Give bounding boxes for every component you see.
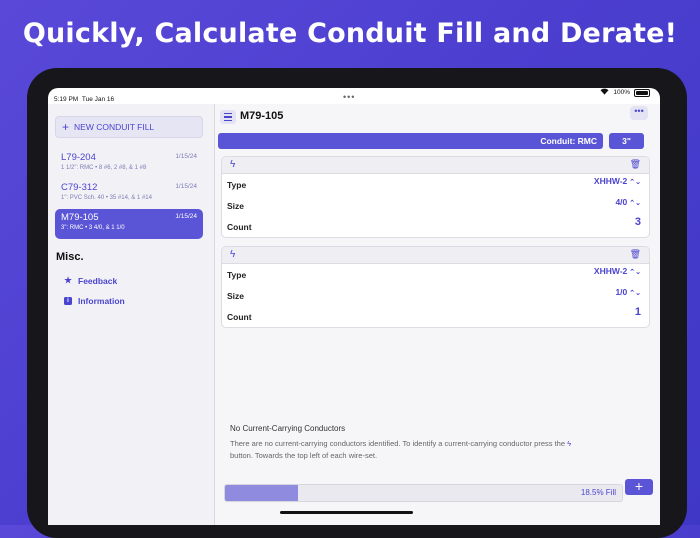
- new-conduit-fill-button[interactable]: + NEW CONDUIT FILL: [55, 116, 203, 138]
- menu-button[interactable]: [220, 110, 236, 124]
- status-bar: 5:19 PM Tue Jan 16 ••• 100%: [48, 88, 660, 104]
- size-row[interactable]: Size 4/0 ⌃⌄: [222, 195, 649, 216]
- type-label: Type: [227, 270, 247, 280]
- list-item[interactable]: L79-204 1/15/24 1 1/2": RMC • 8 #6, 2 #8…: [55, 149, 203, 179]
- sidebar-item-label: Feedback: [78, 275, 118, 286]
- size-value[interactable]: 4/0 ⌃⌄: [615, 197, 641, 207]
- misc-heading: Misc.: [56, 251, 84, 263]
- bolt-icon[interactable]: ϟ: [230, 249, 235, 260]
- chevron-updown-icon: ⌃⌄: [629, 179, 641, 186]
- headline: Quickly, Calculate Conduit Fill and Dera…: [22, 18, 678, 49]
- conduit-type-button[interactable]: Conduit: RMC: [218, 133, 603, 149]
- sidebar-item-information[interactable]: i Information: [63, 296, 125, 306]
- info-icon: i: [64, 297, 72, 305]
- bolt-icon: ϟ: [567, 439, 572, 448]
- fill-progress-bar: 18.5% Fill: [224, 484, 623, 502]
- chevron-updown-icon: ⌃⌄: [629, 269, 641, 276]
- type-value[interactable]: XHHW-2 ⌃⌄: [594, 176, 641, 186]
- size-label: Size: [227, 291, 245, 301]
- bolt-icon[interactable]: ϟ: [230, 159, 235, 170]
- battery-percent: 100%: [613, 89, 630, 96]
- main-panel: M79-105 ••• Conduit: RMC 3" ϟ 🗑 Type XHH…: [215, 104, 660, 525]
- list-item-title: M79-105: [61, 212, 99, 223]
- conduit-list: L79-204 1/15/24 1 1/2": RMC • 8 #6, 2 #8…: [55, 149, 203, 239]
- conduit-size-button[interactable]: 3": [609, 133, 644, 149]
- size-row[interactable]: Size 1/0 ⌃⌄: [222, 285, 649, 306]
- wire-set-card: ϟ 🗑 Type XHHW-2 ⌃⌄ Size 1/0 ⌃⌄ Count 1: [221, 246, 650, 328]
- size-value[interactable]: 1/0 ⌃⌄: [615, 287, 641, 297]
- wifi-icon: [600, 88, 609, 97]
- list-item-date: 1/15/24: [175, 183, 197, 190]
- nccc-title: No Current-Carrying Conductors: [230, 424, 346, 433]
- battery-icon: [634, 88, 650, 97]
- fill-progress-fill: [225, 485, 299, 501]
- page-title: M79-105: [240, 110, 284, 122]
- status-right: 100%: [600, 88, 650, 97]
- list-item-subtitle: 1": PVC Sch. 40 • 35 #14, & 1 #14: [61, 195, 152, 201]
- list-item-date: 1/15/24: [175, 213, 197, 220]
- list-item[interactable]: C79-312 1/15/24 1": PVC Sch. 40 • 35 #14…: [55, 179, 203, 209]
- home-indicator: [280, 511, 413, 514]
- type-row[interactable]: Type XHHW-2 ⌃⌄: [222, 264, 649, 285]
- count-row[interactable]: Count 1: [222, 306, 649, 327]
- nccc-text: There are no current-carrying conductors…: [230, 439, 572, 460]
- count-row[interactable]: Count 3: [222, 216, 649, 237]
- add-wire-set-button[interactable]: +: [625, 479, 653, 495]
- new-conduit-fill-label: NEW CONDUIT FILL: [74, 122, 155, 132]
- count-label: Count: [227, 222, 252, 232]
- list-item-date: 1/15/24: [175, 153, 197, 160]
- plus-icon: +: [62, 120, 70, 134]
- count-label: Count: [227, 312, 252, 322]
- list-item-title: C79-312: [61, 182, 98, 193]
- status-time: 5:19 PM Tue Jan 16: [54, 96, 115, 103]
- conduit-type-label: Conduit: RMC: [540, 136, 597, 146]
- star-icon: ★: [64, 275, 72, 285]
- type-row[interactable]: Type XHHW-2 ⌃⌄: [222, 174, 649, 195]
- multitasking-dots-icon[interactable]: •••: [343, 92, 355, 102]
- size-label: Size: [227, 201, 245, 211]
- more-options-button[interactable]: •••: [630, 106, 648, 120]
- chevron-updown-icon: ⌃⌄: [629, 200, 641, 207]
- type-label: Type: [227, 180, 247, 190]
- chevron-updown-icon: ⌃⌄: [629, 290, 641, 297]
- fill-percent-label: 18.5% Fill: [580, 488, 616, 497]
- sidebar: + NEW CONDUIT FILL L79-204 1/15/24 1 1/2…: [48, 104, 215, 525]
- trash-icon[interactable]: 🗑: [630, 249, 641, 260]
- wire-set-header: ϟ 🗑: [222, 157, 649, 174]
- wire-set-card: ϟ 🗑 Type XHHW-2 ⌃⌄ Size 4/0 ⌃⌄ Count 3: [221, 156, 650, 238]
- list-item-subtitle: 1 1/2": RMC • 8 #6, 2 #8, & 1 #8: [61, 165, 147, 171]
- list-item-title: L79-204: [61, 152, 96, 163]
- type-value[interactable]: XHHW-2 ⌃⌄: [594, 266, 641, 276]
- app-screen: 5:19 PM Tue Jan 16 ••• 100% + NEW CONDUI…: [48, 88, 660, 525]
- list-item-subtitle: 3": RMC • 3 4/0, & 1 1/0: [61, 225, 125, 231]
- sidebar-item-feedback[interactable]: ★ Feedback: [63, 275, 117, 286]
- trash-icon[interactable]: 🗑: [630, 159, 641, 170]
- count-value[interactable]: 3: [635, 216, 641, 228]
- count-value[interactable]: 1: [635, 306, 641, 318]
- sidebar-item-label: Information: [78, 296, 125, 306]
- wire-set-header: ϟ 🗑: [222, 247, 649, 264]
- list-item-selected[interactable]: M79-105 1/15/24 3": RMC • 3 4/0, & 1 1/0: [55, 209, 203, 239]
